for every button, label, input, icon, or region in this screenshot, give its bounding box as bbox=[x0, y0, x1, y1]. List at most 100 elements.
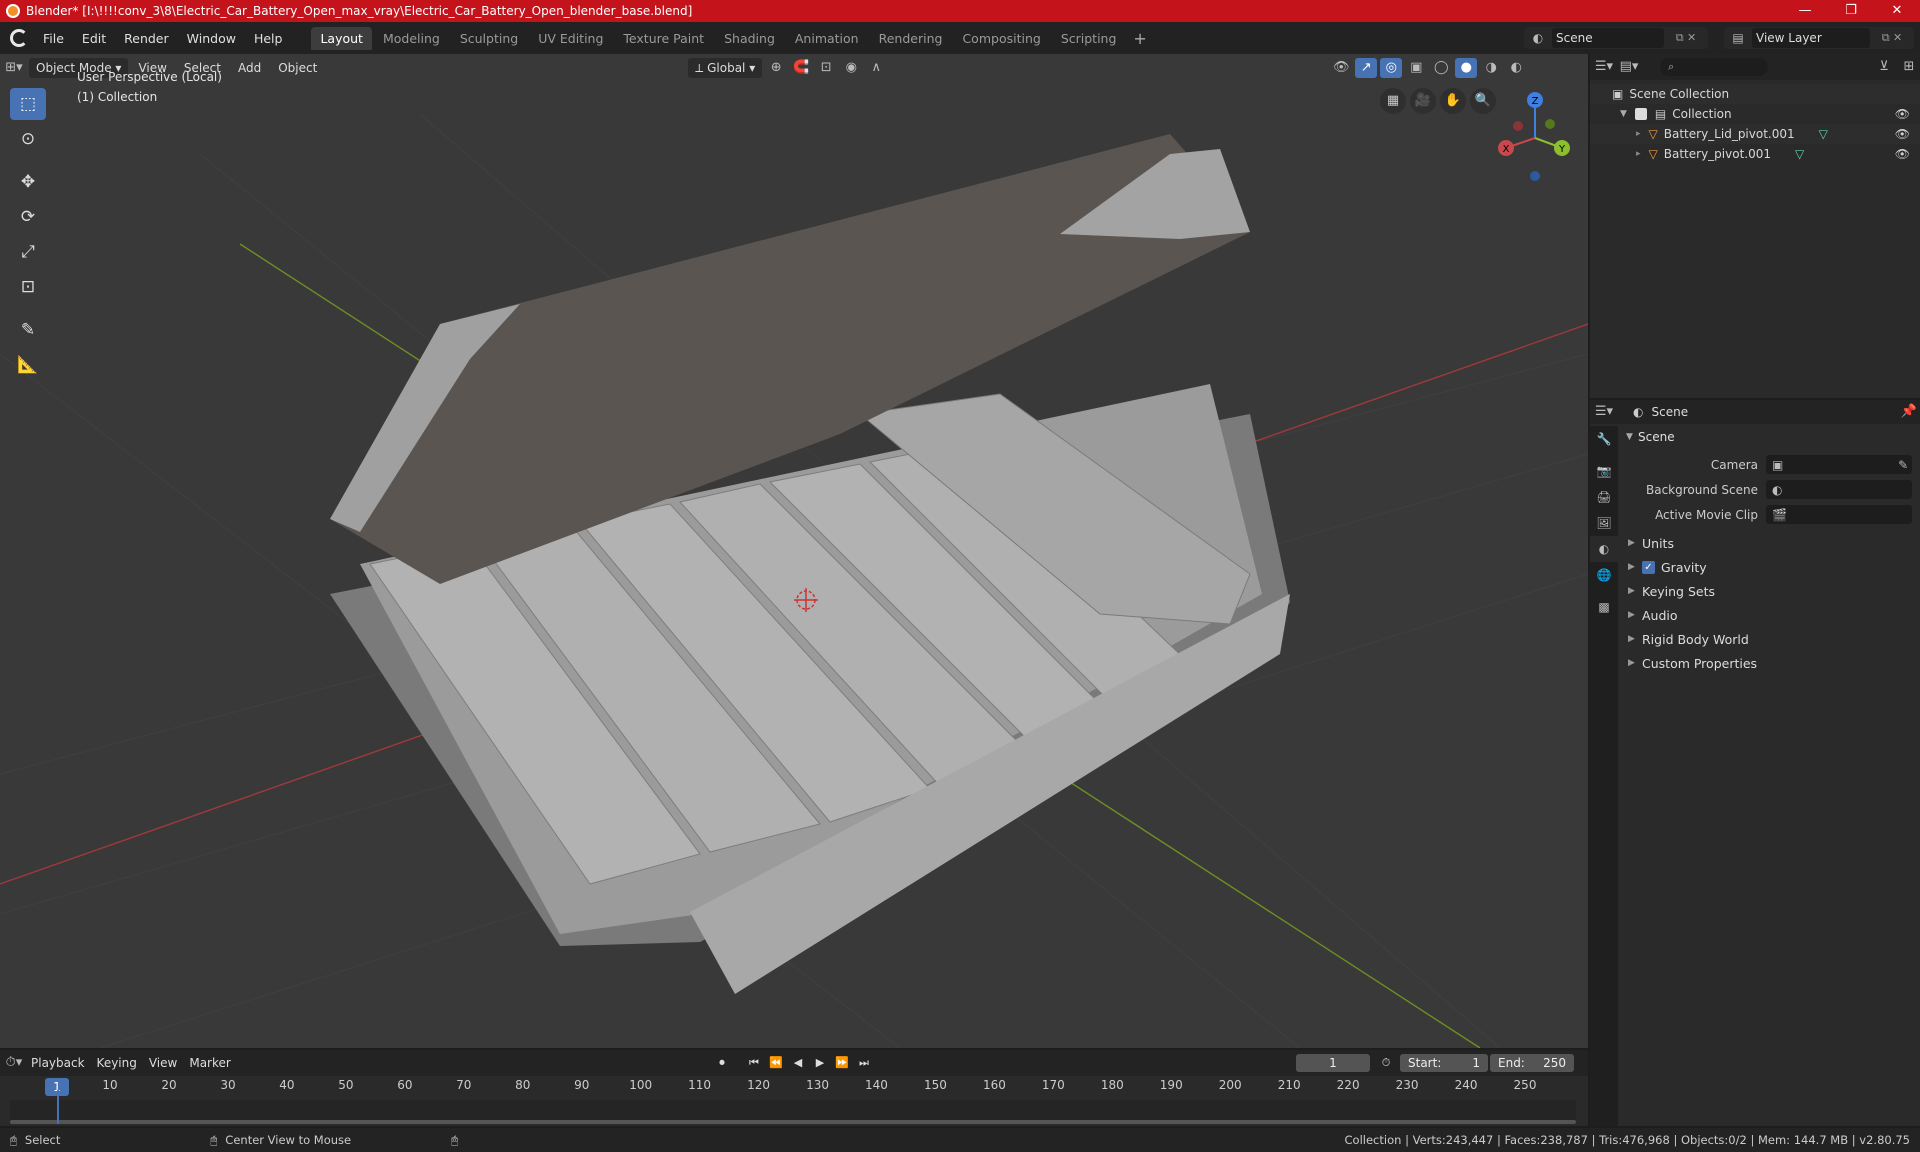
tab-compositing[interactable]: Compositing bbox=[953, 27, 1049, 50]
navigation-gizmo[interactable]: Z X Y bbox=[1490, 84, 1580, 184]
close-button[interactable]: ✕ bbox=[1874, 0, 1920, 22]
timeline-menu-marker[interactable]: Marker bbox=[183, 1056, 236, 1070]
tab-animation[interactable]: Animation bbox=[786, 27, 868, 50]
scene-tab-icon[interactable]: ◐ bbox=[1590, 536, 1618, 562]
properties-editor-type-icon[interactable]: ☰▾ bbox=[1593, 402, 1615, 422]
jump-start-icon[interactable]: ⏮ bbox=[744, 1054, 764, 1072]
toggle-grid-icon[interactable]: ▦ bbox=[1380, 88, 1406, 114]
collapse-arrow-icon[interactable]: ▼ bbox=[1620, 109, 1627, 119]
blender-logo-icon[interactable] bbox=[10, 29, 28, 47]
world-tab-icon[interactable]: 🌐 bbox=[1590, 562, 1618, 588]
maximize-button[interactable]: ❐ bbox=[1828, 0, 1874, 22]
gravity-subpanel[interactable]: ▶ ✓ Gravity bbox=[1620, 555, 1916, 579]
background-scene-field[interactable]: ◐ bbox=[1766, 480, 1912, 499]
tab-uv-editing[interactable]: UV Editing bbox=[529, 27, 612, 50]
frame-ruler[interactable]: 1 10 20 30 40 50 60 70 80 90 100 110 120 130 140 150 160… bbox=[10, 1078, 1576, 1098]
display-mode-icon[interactable]: ▤▾ bbox=[1618, 57, 1640, 77]
tab-scripting[interactable]: Scripting bbox=[1052, 27, 1126, 50]
timeline-menu-playback[interactable]: Playback bbox=[25, 1056, 91, 1070]
timeline-menu-keying[interactable]: Keying bbox=[91, 1056, 143, 1070]
preview-range-icon[interactable]: ⏱ bbox=[1376, 1054, 1396, 1072]
menu-help[interactable]: Help bbox=[245, 28, 292, 49]
outliner-row-object[interactable]: ▸ ▽ Battery_Lid_pivot.001 ▽ 👁 bbox=[1590, 124, 1920, 144]
tab-sculpting[interactable]: Sculpting bbox=[451, 27, 527, 50]
annotate-tool-icon[interactable]: ✎ bbox=[10, 314, 46, 346]
next-keyframe-icon[interactable]: ⏩ bbox=[832, 1054, 852, 1072]
camera-view-icon[interactable]: 🎥 bbox=[1410, 88, 1436, 114]
transform-orientation-dropdown[interactable]: ⟂ Global ▾ bbox=[688, 58, 763, 78]
wireframe-shading-icon[interactable]: ◯ bbox=[1430, 58, 1452, 78]
prev-keyframe-icon[interactable]: ⏪ bbox=[766, 1054, 786, 1072]
add-workspace-button[interactable]: + bbox=[1133, 29, 1146, 48]
timeline-scrollbar[interactable] bbox=[10, 1120, 1576, 1124]
active-movie-clip-field[interactable]: 🎬 bbox=[1766, 505, 1912, 524]
pan-view-icon[interactable]: ✋ bbox=[1440, 88, 1466, 114]
snap-target-icon[interactable]: ⊡ bbox=[815, 58, 837, 78]
gizmo-toggle-icon[interactable]: ↗ bbox=[1355, 58, 1378, 78]
eyedropper-icon[interactable]: ✎ bbox=[1898, 458, 1912, 472]
3d-viewport[interactable]: ⊞▾ Object Mode ▾ View Select Add Object … bbox=[0, 54, 1588, 1048]
output-tab-icon[interactable]: 🖨 bbox=[1590, 484, 1618, 510]
snap-icon[interactable]: 🧲 bbox=[790, 58, 812, 78]
scene-actions[interactable]: ⧉ ✕ bbox=[1664, 31, 1708, 45]
eye-icon[interactable]: 👁 bbox=[1895, 107, 1910, 121]
camera-field[interactable]: ▣ ✎ bbox=[1766, 455, 1912, 474]
scale-tool-icon[interactable]: ⤢ bbox=[10, 236, 46, 268]
jump-end-icon[interactable]: ⏭ bbox=[854, 1054, 874, 1072]
menu-window[interactable]: Window bbox=[178, 28, 245, 49]
mesh-data-icon[interactable]: ▽ bbox=[1795, 147, 1804, 161]
scene-panel-header[interactable]: ▼ Scene bbox=[1620, 426, 1916, 448]
view-layer-selector[interactable]: ▤ View Layer ⧉ ✕ bbox=[1724, 27, 1914, 49]
overlays-toggle-icon[interactable]: ◎ bbox=[1380, 58, 1403, 78]
solid-shading-icon[interactable]: ● bbox=[1455, 58, 1478, 78]
tab-rendering[interactable]: Rendering bbox=[870, 27, 952, 50]
record-icon[interactable]: ⏺ bbox=[712, 1054, 732, 1072]
viewport-menu-add[interactable]: Add bbox=[231, 58, 268, 78]
cursor-tool-icon[interactable]: ⊙ bbox=[10, 123, 46, 155]
end-frame-field[interactable]: End: 250 bbox=[1490, 1054, 1574, 1072]
select-box-tool-icon[interactable]: ⬚ bbox=[10, 88, 46, 120]
mesh-data-icon[interactable]: ▽ bbox=[1819, 127, 1828, 141]
neg-z-axis-handle[interactable] bbox=[1530, 171, 1540, 181]
transform-tool-icon[interactable]: ⊡ bbox=[10, 271, 46, 303]
outliner-editor-type-icon[interactable]: ☰▾ bbox=[1593, 57, 1615, 77]
tool-tab-icon[interactable]: 🔧 bbox=[1590, 426, 1618, 452]
menu-file[interactable]: File bbox=[34, 28, 73, 49]
move-tool-icon[interactable]: ✥ bbox=[10, 166, 46, 198]
filter-icon[interactable]: ⊻ bbox=[1873, 57, 1895, 77]
current-frame-field[interactable]: 1 bbox=[1296, 1054, 1370, 1072]
eye-icon[interactable]: 👁 bbox=[1895, 147, 1910, 161]
render-tab-icon[interactable]: 📷 bbox=[1590, 458, 1618, 484]
gravity-checkbox[interactable]: ✓ bbox=[1642, 560, 1655, 574]
scene-name[interactable]: Scene bbox=[1552, 28, 1664, 48]
rendered-shading-icon[interactable]: ◐ bbox=[1505, 58, 1527, 78]
scene-selector[interactable]: ◐ Scene ⧉ ✕ bbox=[1524, 27, 1708, 49]
play-reverse-icon[interactable]: ◀ bbox=[788, 1054, 808, 1072]
xray-icon[interactable]: ▣ bbox=[1405, 58, 1427, 78]
custom-properties-subpanel[interactable]: ▶ Custom Properties bbox=[1620, 651, 1916, 675]
tab-texture-paint[interactable]: Texture Paint bbox=[614, 27, 713, 50]
view-layer-name[interactable]: View Layer bbox=[1752, 28, 1870, 48]
keying-sets-subpanel[interactable]: ▶ Keying Sets bbox=[1620, 579, 1916, 603]
outliner-row-scene-collection[interactable]: ▣ Scene Collection bbox=[1590, 84, 1920, 104]
viewport-menu-object[interactable]: Object bbox=[271, 58, 324, 78]
timeline-menu-view[interactable]: View bbox=[143, 1056, 183, 1070]
tab-modeling[interactable]: Modeling bbox=[374, 27, 449, 50]
rigid-body-world-subpanel[interactable]: ▶ Rigid Body World bbox=[1620, 627, 1916, 651]
menu-edit[interactable]: Edit bbox=[73, 28, 115, 49]
audio-subpanel[interactable]: ▶ Audio bbox=[1620, 603, 1916, 627]
timeline-editor-type-icon[interactable]: ⏱▾ bbox=[3, 1053, 25, 1073]
pivot-point-icon[interactable]: ⊕ bbox=[765, 58, 787, 78]
measure-tool-icon[interactable]: 📐 bbox=[10, 349, 46, 381]
editor-type-icon[interactable]: ⊞▾ bbox=[3, 58, 25, 78]
menu-render[interactable]: Render bbox=[115, 28, 178, 49]
tab-layout[interactable]: Layout bbox=[311, 26, 372, 50]
material-shading-icon[interactable]: ◑ bbox=[1480, 58, 1502, 78]
new-collection-icon[interactable]: ⊞ bbox=[1898, 57, 1920, 77]
start-frame-field[interactable]: Start: 1 bbox=[1400, 1054, 1488, 1072]
playhead-line[interactable] bbox=[57, 1090, 59, 1124]
view-layer-tab-icon[interactable]: 🖼 bbox=[1590, 510, 1618, 536]
view-layer-actions[interactable]: ⧉ ✕ bbox=[1870, 31, 1914, 45]
neg-y-axis-handle[interactable] bbox=[1545, 119, 1555, 129]
tab-shading[interactable]: Shading bbox=[715, 27, 784, 50]
